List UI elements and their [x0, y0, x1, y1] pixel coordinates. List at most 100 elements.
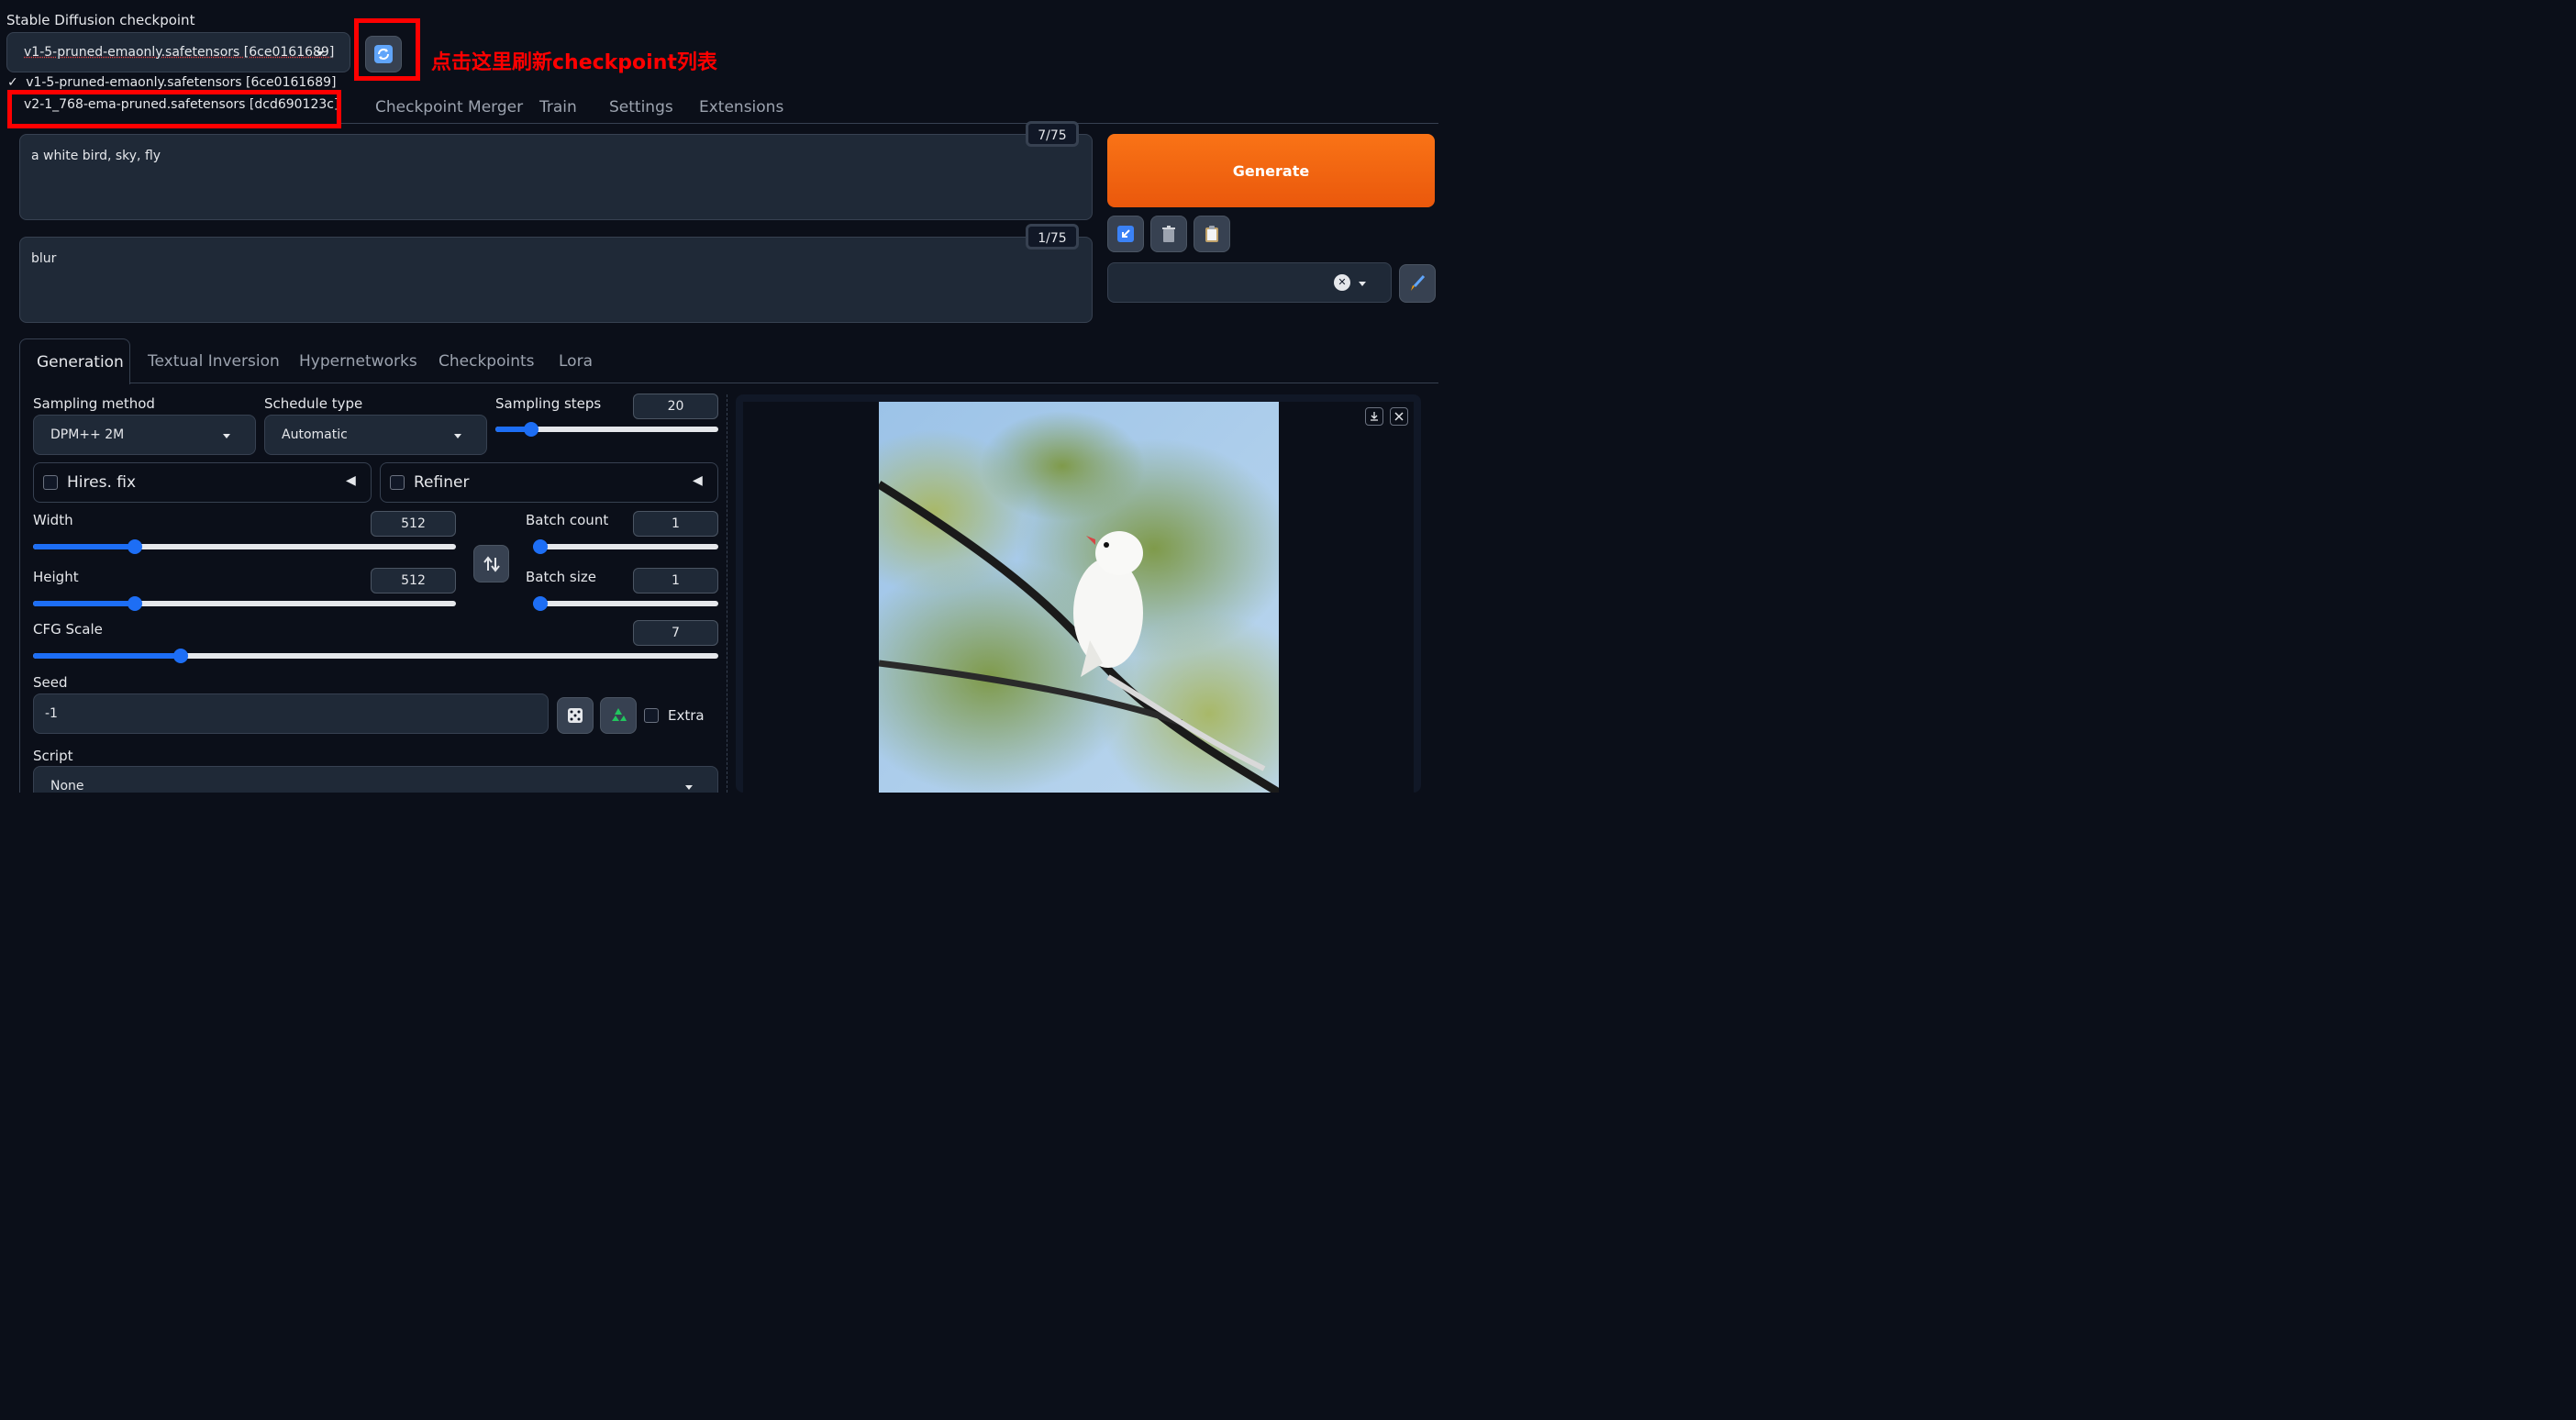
- height-input[interactable]: 512: [371, 568, 456, 594]
- slider-thumb[interactable]: [128, 596, 142, 611]
- schedule-type-value: Automatic: [282, 427, 348, 442]
- panel-left-border: [19, 383, 20, 793]
- read-params-button[interactable]: [1107, 216, 1144, 252]
- slider-fill: [33, 653, 181, 659]
- close-preview-button[interactable]: [1390, 407, 1408, 426]
- refiner-label: Refiner: [414, 473, 470, 492]
- slider-thumb[interactable]: [128, 539, 142, 554]
- cfg-scale-slider[interactable]: [33, 649, 718, 663]
- styles-dropdown[interactable]: ✕: [1107, 262, 1392, 303]
- slider-thumb[interactable]: [533, 539, 548, 554]
- extra-seed-label: Extra: [668, 707, 705, 724]
- refiner-accordion[interactable]: Refiner ◀: [380, 462, 718, 503]
- clear-icon[interactable]: ✕: [1334, 274, 1350, 291]
- chevron-down-icon: [316, 51, 324, 56]
- chevron-down-icon: [454, 434, 461, 438]
- script-value: None: [50, 779, 84, 793]
- clipboard-icon: [1205, 226, 1218, 242]
- script-dropdown[interactable]: None: [33, 766, 718, 793]
- checkpoint-dropdown[interactable]: v1-5-pruned-emaonly.safetensors [6ce0161…: [6, 32, 350, 72]
- recycle-icon: [612, 708, 627, 721]
- generate-label: Generate: [1232, 161, 1310, 180]
- tab-generation[interactable]: Generation: [19, 338, 130, 384]
- tab-extensions[interactable]: Extensions: [699, 98, 783, 116]
- tab-hypernetworks[interactable]: Hypernetworks: [299, 352, 417, 371]
- sampling-method-value: DPM++ 2M: [50, 427, 125, 442]
- width-slider[interactable]: [33, 539, 456, 554]
- download-button[interactable]: [1365, 407, 1383, 426]
- prompt-token-counter: 7/75: [1026, 121, 1079, 147]
- schedule-type-dropdown[interactable]: Automatic: [264, 415, 487, 455]
- sampling-steps-input[interactable]: 20: [633, 394, 718, 419]
- hires-fix-label: Hires. fix: [67, 473, 137, 492]
- edit-styles-button[interactable]: [1399, 264, 1436, 303]
- slider-fill: [33, 544, 135, 549]
- download-icon: [1371, 412, 1378, 421]
- hires-fix-accordion[interactable]: Hires. fix ◀: [33, 462, 372, 503]
- schedule-type-label: Schedule type: [264, 395, 363, 412]
- chevron-down-icon: [685, 785, 693, 790]
- brush-icon: [1411, 274, 1426, 291]
- batch-count-slider[interactable]: [533, 539, 718, 554]
- clear-prompt-button[interactable]: [1150, 216, 1187, 252]
- slider-thumb[interactable]: [173, 649, 188, 663]
- refiner-checkbox[interactable]: [390, 475, 405, 490]
- slider-thumb[interactable]: [533, 596, 548, 611]
- output-gallery: [736, 394, 1421, 793]
- cfg-scale-label: CFG Scale: [33, 621, 103, 638]
- annotation-highlight-option: [7, 90, 341, 128]
- arrow-in-icon: [1117, 226, 1134, 242]
- swap-dimensions-button[interactable]: [473, 545, 509, 582]
- slider-thumb[interactable]: [524, 422, 539, 437]
- batch-size-label: Batch size: [526, 569, 596, 585]
- tab-checkpoint-merger[interactable]: Checkpoint Merger: [375, 98, 523, 116]
- height-slider[interactable]: [33, 596, 456, 611]
- batch-count-input[interactable]: 1: [633, 511, 718, 537]
- collapse-arrow-icon: ◀: [693, 473, 703, 488]
- tab-generation-label: Generation: [37, 353, 124, 372]
- batch-size-input[interactable]: 1: [633, 568, 718, 594]
- batch-count-label: Batch count: [526, 512, 609, 528]
- seed-label: Seed: [33, 674, 68, 691]
- tab-checkpoints[interactable]: Checkpoints: [439, 352, 535, 371]
- reuse-seed-button[interactable]: [600, 697, 637, 734]
- sampling-method-dropdown[interactable]: DPM++ 2M: [33, 415, 256, 455]
- seed-value: -1: [45, 706, 58, 721]
- tab-bar-divider: [341, 123, 1438, 124]
- checkpoint-option-1[interactable]: ✓ v1-5-pruned-emaonly.safetensors [6ce01…: [7, 75, 336, 90]
- checkpoint-option-1-label: v1-5-pruned-emaonly.safetensors [6ce0161…: [26, 75, 337, 90]
- negative-prompt-text: blur: [31, 251, 57, 266]
- chevron-down-icon: [1359, 282, 1366, 286]
- width-input[interactable]: 512: [371, 511, 456, 537]
- checkpoint-selected-value: v1-5-pruned-emaonly.safetensors [6ce0161…: [24, 45, 335, 60]
- annotation-highlight-refresh: [354, 18, 420, 81]
- webui-root: Stable Diffusion checkpoint v1-5-pruned-…: [0, 0, 1438, 793]
- extra-seed-checkbox[interactable]: [644, 708, 659, 723]
- generated-image[interactable]: [879, 402, 1279, 793]
- batch-size-slider[interactable]: [533, 596, 718, 611]
- random-seed-button[interactable]: [557, 697, 594, 734]
- hires-fix-checkbox[interactable]: [43, 475, 58, 490]
- prompt-textarea[interactable]: a white bird, sky, fly: [19, 134, 1093, 220]
- cfg-scale-input[interactable]: 7: [633, 620, 718, 646]
- tab-train[interactable]: Train: [539, 98, 577, 116]
- sampling-steps-slider[interactable]: [495, 422, 718, 437]
- sampling-method-label: Sampling method: [33, 395, 155, 412]
- height-label: Height: [33, 569, 79, 585]
- tab-lora[interactable]: Lora: [559, 352, 593, 371]
- paste-button[interactable]: [1194, 216, 1230, 252]
- tab-settings[interactable]: Settings: [609, 98, 673, 116]
- checkpoint-label: Stable Diffusion checkpoint: [6, 12, 195, 28]
- seed-input[interactable]: -1: [33, 693, 549, 734]
- negative-prompt-token-counter: 1/75: [1026, 224, 1079, 250]
- collapse-arrow-icon: ◀: [346, 473, 356, 488]
- trash-icon: [1162, 226, 1175, 242]
- tab-textual-inversion[interactable]: Textual Inversion: [148, 352, 280, 371]
- width-label: Width: [33, 512, 73, 528]
- sampling-steps-label: Sampling steps: [495, 395, 602, 412]
- script-label: Script: [33, 748, 73, 764]
- chevron-down-icon: [223, 434, 230, 438]
- generate-button[interactable]: Generate: [1107, 134, 1435, 207]
- swap-arrows-icon: [483, 555, 500, 572]
- negative-prompt-textarea[interactable]: blur: [19, 237, 1093, 323]
